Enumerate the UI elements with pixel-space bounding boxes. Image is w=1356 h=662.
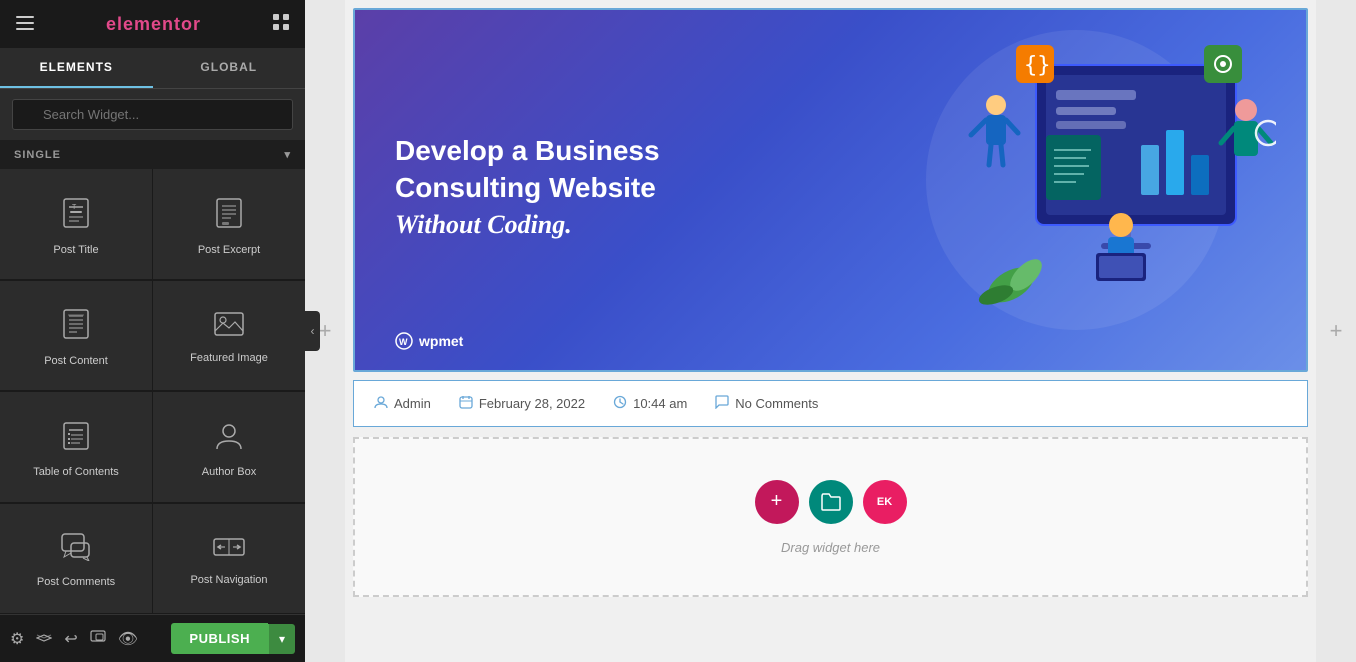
author-text: Admin <box>394 396 431 411</box>
meta-author: Admin <box>374 395 431 412</box>
post-comments-icon <box>61 533 91 567</box>
search-input[interactable] <box>12 99 293 130</box>
svg-text:W: W <box>399 337 408 347</box>
widget-post-comments[interactable]: Post Comments <box>0 504 152 615</box>
author-icon <box>374 395 388 412</box>
ek-button[interactable]: EK <box>863 480 907 524</box>
action-buttons: + EK <box>755 480 907 524</box>
elementor-logo: elementor <box>106 14 201 35</box>
hamburger-icon[interactable] <box>16 14 34 35</box>
main-content: Develop a Business Consulting Website Wi… <box>345 0 1316 662</box>
section-collapse-icon: ▾ <box>284 148 291 161</box>
plus-left-icon: + <box>319 318 332 344</box>
meta-comments: No Comments <box>715 395 818 412</box>
featured-image-label: Featured Image <box>190 351 268 365</box>
widget-table-of-contents[interactable]: Table of Contents <box>0 392 152 503</box>
date-text: February 28, 2022 <box>479 396 585 411</box>
add-widget-button[interactable]: + <box>755 480 799 524</box>
bottom-bar: ⚙ ↩ 👁 PUBLISH ▾ <box>0 614 305 662</box>
settings-icon[interactable]: ⚙ <box>10 629 24 649</box>
history-icon[interactable]: ↩ <box>64 629 77 649</box>
post-comments-label: Post Comments <box>37 575 115 589</box>
post-content-icon <box>62 308 90 346</box>
add-column-right[interactable]: + <box>1316 0 1356 662</box>
template-button[interactable] <box>809 480 853 524</box>
featured-headline-1: Develop a Business <box>395 135 660 166</box>
tab-elements[interactable]: ELEMENTS <box>0 48 153 88</box>
right-area: + Develop a Business Consulting Website … <box>305 0 1356 662</box>
widget-post-navigation[interactable]: Post Navigation <box>153 504 305 615</box>
illustration: {} <box>956 20 1276 330</box>
post-content-label: Post Content <box>44 354 108 368</box>
featured-text: Develop a Business Consulting Website Wi… <box>395 133 660 246</box>
collapse-icon: ‹ <box>311 324 315 338</box>
collapse-handle[interactable]: ‹ <box>305 311 320 351</box>
search-wrapper <box>12 99 293 130</box>
publish-btn-group: PUBLISH ▾ <box>171 623 295 654</box>
comments-icon <box>715 395 729 412</box>
table-of-contents-icon <box>62 421 90 457</box>
drag-hint: Drag widget here <box>781 540 880 555</box>
tabs-row: ELEMENTS GLOBAL <box>0 48 305 89</box>
comments-text: No Comments <box>735 396 818 411</box>
top-bar: elementor <box>0 0 305 48</box>
section-header[interactable]: SINGLE ▾ <box>0 140 305 169</box>
section-label: SINGLE <box>14 149 61 161</box>
wpmet-logo: W wpmet <box>395 332 463 350</box>
featured-image-inner: Develop a Business Consulting Website Wi… <box>355 10 1306 370</box>
drag-area: + EK Drag widget here <box>353 437 1308 597</box>
svg-text:T: T <box>72 204 77 211</box>
widget-author-box[interactable]: Author Box <box>153 392 305 503</box>
time-text: 10:44 am <box>633 396 687 411</box>
tab-global[interactable]: GLOBAL <box>153 48 306 88</box>
post-navigation-icon <box>213 535 245 565</box>
post-excerpt-icon <box>215 197 243 235</box>
post-excerpt-label: Post Excerpt <box>198 243 260 257</box>
responsive-icon[interactable] <box>90 628 106 649</box>
post-navigation-label: Post Navigation <box>190 573 267 587</box>
post-meta-bar: Admin February 28, 2022 <box>353 380 1308 427</box>
widgets-grid: T Post Title Post Excerpt <box>0 169 305 614</box>
publish-arrow-button[interactable]: ▾ <box>268 624 295 654</box>
search-row <box>0 89 305 140</box>
featured-image-icon <box>214 311 244 343</box>
meta-date: February 28, 2022 <box>459 395 585 412</box>
canvas-area: + Develop a Business Consulting Website … <box>305 0 1356 662</box>
date-icon <box>459 395 473 412</box>
grid-icon[interactable] <box>273 14 289 35</box>
featured-image-block: Develop a Business Consulting Website Wi… <box>353 8 1308 372</box>
author-box-label: Author Box <box>202 465 256 479</box>
svg-text:{}: {} <box>1024 53 1051 78</box>
layers-icon[interactable] <box>36 628 52 649</box>
author-box-icon <box>215 421 243 457</box>
publish-button[interactable]: PUBLISH <box>171 623 268 654</box>
post-title-label: Post Title <box>53 243 98 257</box>
widget-post-excerpt[interactable]: Post Excerpt <box>153 169 305 280</box>
plus-right-icon: + <box>1330 318 1343 344</box>
bottom-icons: ⚙ ↩ 👁 <box>10 628 138 649</box>
table-of-contents-label: Table of Contents <box>33 465 119 479</box>
featured-headline-2: Consulting Website <box>395 172 656 203</box>
widget-featured-image[interactable]: Featured Image <box>153 281 305 392</box>
wpmet-text: wpmet <box>419 333 463 349</box>
widget-post-title[interactable]: T Post Title <box>0 169 152 280</box>
featured-headline-3: Without Coding. <box>395 210 572 239</box>
preview-icon[interactable]: 👁 <box>118 629 138 649</box>
widget-post-content[interactable]: Post Content <box>0 281 152 392</box>
left-panel: elementor ELEMENTS GLOBAL SINGLE ▾ <box>0 0 305 662</box>
time-icon <box>613 395 627 412</box>
meta-time: 10:44 am <box>613 395 687 412</box>
post-title-icon: T <box>62 197 90 235</box>
